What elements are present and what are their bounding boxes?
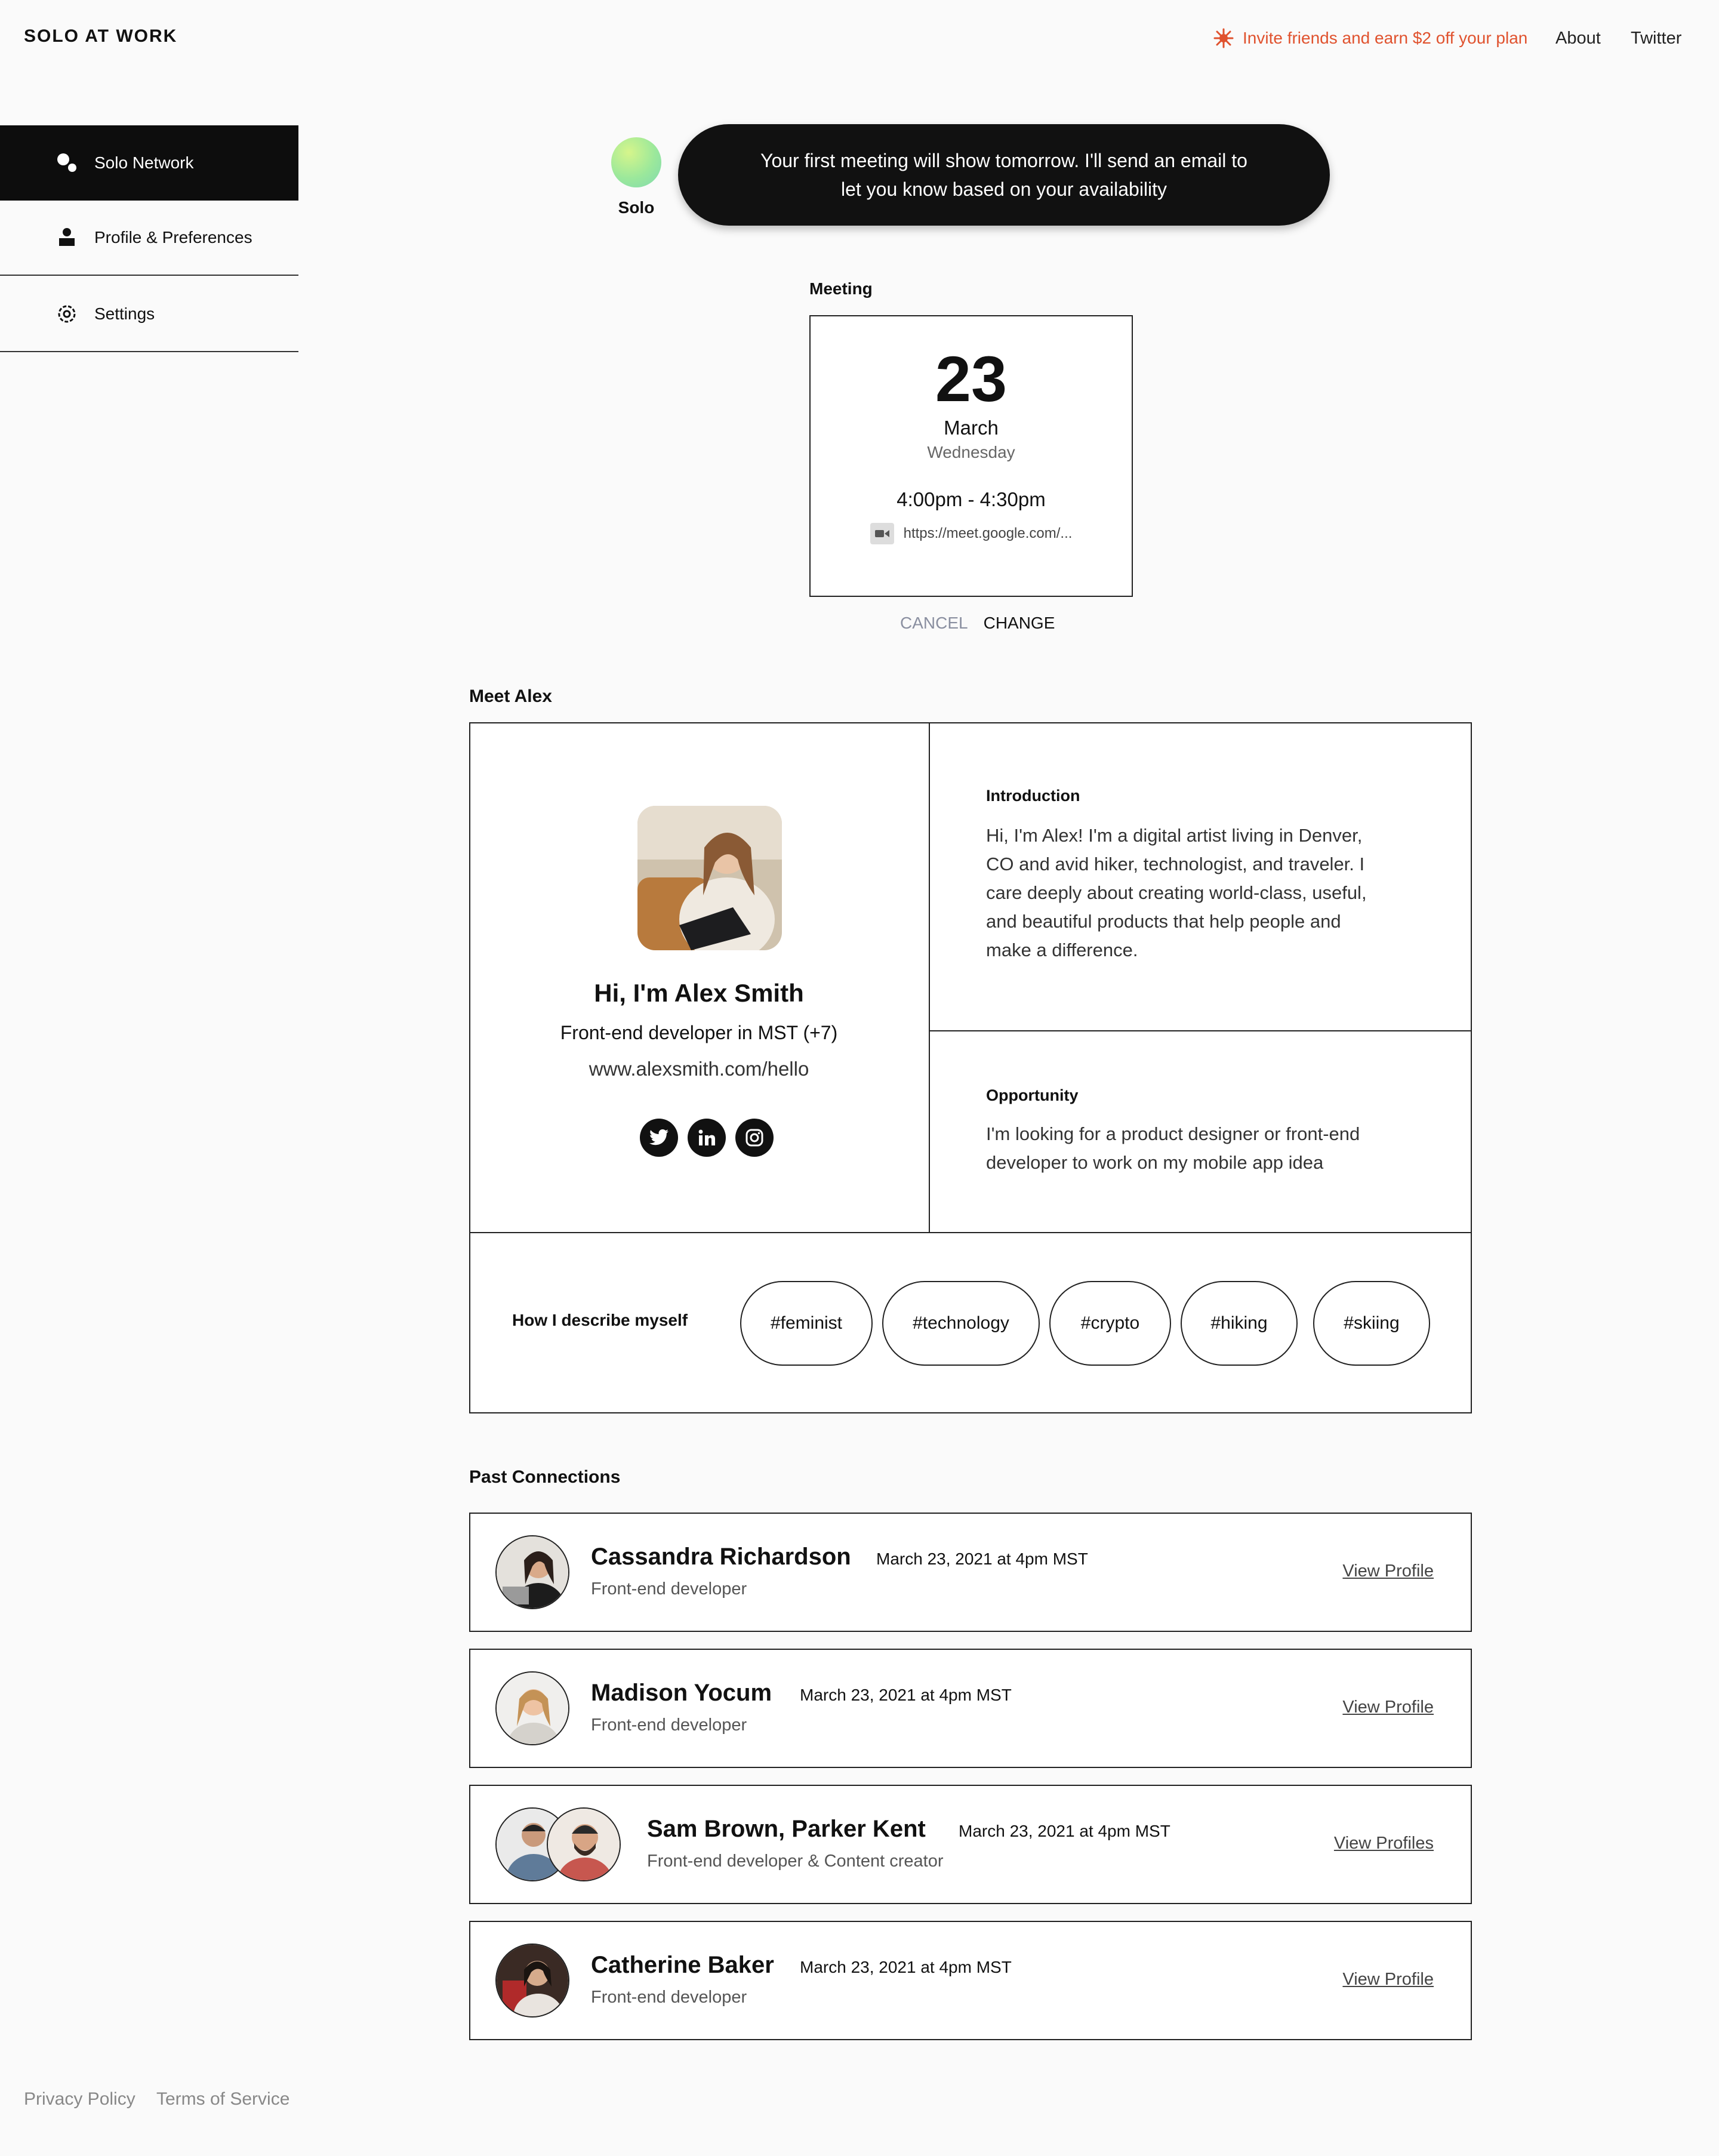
meeting-month: March bbox=[944, 417, 999, 439]
nav-twitter[interactable]: Twitter bbox=[1631, 29, 1681, 48]
tag-chip[interactable]: #crypto bbox=[1049, 1281, 1171, 1366]
invite-banner[interactable]: Invite friends and earn $2 off your plan bbox=[1213, 27, 1527, 49]
avatar bbox=[495, 1671, 569, 1745]
connection-name: Cassandra Richardson bbox=[591, 1544, 851, 1570]
opportunity-title: Opportunity bbox=[986, 1086, 1079, 1104]
avatar bbox=[495, 1944, 569, 2018]
opportunity-body: I'm looking for a product designer or fr… bbox=[986, 1123, 1360, 1173]
meeting-link-text: https://meet.google.com/... bbox=[903, 525, 1073, 541]
sidebar-item-settings[interactable]: Settings bbox=[0, 277, 298, 352]
sidebar-item-label: Solo Network bbox=[94, 153, 194, 172]
network-icon bbox=[55, 151, 79, 175]
meeting-weekday: Wednesday bbox=[927, 443, 1015, 461]
profile-website-link[interactable]: www.alexsmith.com/hello bbox=[469, 1058, 929, 1080]
tag-chip[interactable]: #skiing bbox=[1313, 1281, 1430, 1366]
view-profile-link[interactable]: View Profile bbox=[1342, 1698, 1434, 1717]
divider bbox=[469, 1232, 1472, 1233]
tag-chip[interactable]: #feminist bbox=[740, 1281, 873, 1366]
brand-logo[interactable]: SOLO AT WORK bbox=[24, 26, 177, 47]
assistant-message-bubble: Your first meeting will show tomorrow. I… bbox=[678, 124, 1330, 226]
sidebar-item-label: Profile & Preferences bbox=[94, 228, 252, 247]
connection-card: Cassandra Richardson March 23, 2021 at 4… bbox=[469, 1513, 1472, 1632]
nav-about[interactable]: About bbox=[1555, 29, 1601, 48]
instagram-icon[interactable] bbox=[735, 1119, 774, 1157]
assistant-message: Your first meeting will show tomorrow. I… bbox=[760, 150, 1247, 200]
connection-card: Madison Yocum March 23, 2021 at 4pm MST … bbox=[469, 1649, 1472, 1768]
view-profile-link[interactable]: View Profile bbox=[1342, 1561, 1434, 1581]
connection-date: March 23, 2021 at 4pm MST bbox=[800, 1958, 1012, 1976]
cancel-button[interactable]: CANCEL bbox=[900, 614, 968, 633]
connections-section-title: Past Connections bbox=[469, 1467, 621, 1487]
invite-text: Invite friends and earn $2 off your plan bbox=[1243, 29, 1528, 47]
divider bbox=[929, 1030, 1472, 1031]
connection-date: March 23, 2021 at 4pm MST bbox=[959, 1822, 1170, 1840]
twitter-icon[interactable] bbox=[640, 1119, 678, 1157]
change-button[interactable]: CHANGE bbox=[984, 614, 1055, 633]
meeting-time: 4:00pm - 4:30pm bbox=[897, 488, 1046, 510]
sidebar-item-label: Settings bbox=[94, 304, 155, 323]
meeting-label: Meeting bbox=[809, 279, 873, 298]
tag-chip[interactable]: #technology bbox=[882, 1281, 1040, 1366]
meeting-day: 23 bbox=[935, 343, 1008, 415]
avatar bbox=[547, 1807, 621, 1881]
assistant-avatar bbox=[611, 137, 661, 187]
linkedin-icon[interactable] bbox=[688, 1119, 726, 1157]
meeting-card: 23 March Wednesday 4:00pm - 4:30pm https… bbox=[809, 315, 1133, 597]
video-camera-icon bbox=[870, 523, 894, 544]
connection-card: Catherine Baker March 23, 2021 at 4pm MS… bbox=[469, 1921, 1472, 2040]
connection-date: March 23, 2021 at 4pm MST bbox=[800, 1686, 1012, 1704]
sidebar-item-profile-preferences[interactable]: Profile & Preferences bbox=[0, 201, 298, 276]
terms-of-service-link[interactable]: Terms of Service bbox=[156, 2089, 289, 2109]
connection-name: Sam Brown, Parker Kent bbox=[647, 1816, 926, 1842]
describe-label: How I describe myself bbox=[512, 1311, 688, 1329]
sparkle-icon bbox=[1213, 28, 1234, 48]
assistant-name: Solo bbox=[618, 198, 655, 217]
meet-section-title: Meet Alex bbox=[469, 686, 552, 706]
connection-name: Madison Yocum bbox=[591, 1680, 772, 1706]
connection-date: March 23, 2021 at 4pm MST bbox=[876, 1550, 1088, 1568]
connection-role: Front-end developer bbox=[591, 1715, 747, 1735]
profile-name: Hi, I'm Alex Smith bbox=[594, 979, 804, 1007]
avatar bbox=[495, 1535, 569, 1609]
profile-photo bbox=[637, 806, 782, 950]
view-profile-link[interactable]: View Profile bbox=[1342, 1970, 1434, 1989]
gear-icon bbox=[55, 302, 79, 326]
introduction-title: Introduction bbox=[986, 787, 1080, 805]
introduction-body: Hi, I'm Alex! I'm a digital artist livin… bbox=[986, 825, 1367, 960]
view-profiles-link[interactable]: View Profiles bbox=[1334, 1834, 1434, 1853]
connection-role: Front-end developer bbox=[591, 1579, 747, 1598]
profile-timezone: in MST (+7) bbox=[737, 1022, 838, 1043]
user-icon bbox=[55, 226, 79, 250]
profile-role-line: Front-end developer in MST (+7) bbox=[469, 1022, 929, 1044]
meeting-link[interactable]: https://meet.google.com/... bbox=[811, 523, 1132, 544]
connection-role: Front-end developer & Content creator bbox=[647, 1852, 944, 1871]
divider bbox=[929, 722, 930, 1233]
meeting-actions: CANCEL CHANGE bbox=[900, 614, 1055, 633]
connection-card: Sam Brown, Parker Kent March 23, 2021 at… bbox=[469, 1785, 1472, 1904]
connection-role: Front-end developer bbox=[591, 1988, 747, 2007]
privacy-policy-link[interactable]: Privacy Policy bbox=[24, 2089, 135, 2109]
connection-name: Catherine Baker bbox=[591, 1952, 774, 1978]
profile-role: Front-end developer bbox=[560, 1022, 732, 1043]
tag-chip[interactable]: #hiking bbox=[1181, 1281, 1298, 1366]
social-links bbox=[640, 1119, 774, 1157]
sidebar-item-solo-network[interactable]: Solo Network bbox=[0, 125, 298, 201]
